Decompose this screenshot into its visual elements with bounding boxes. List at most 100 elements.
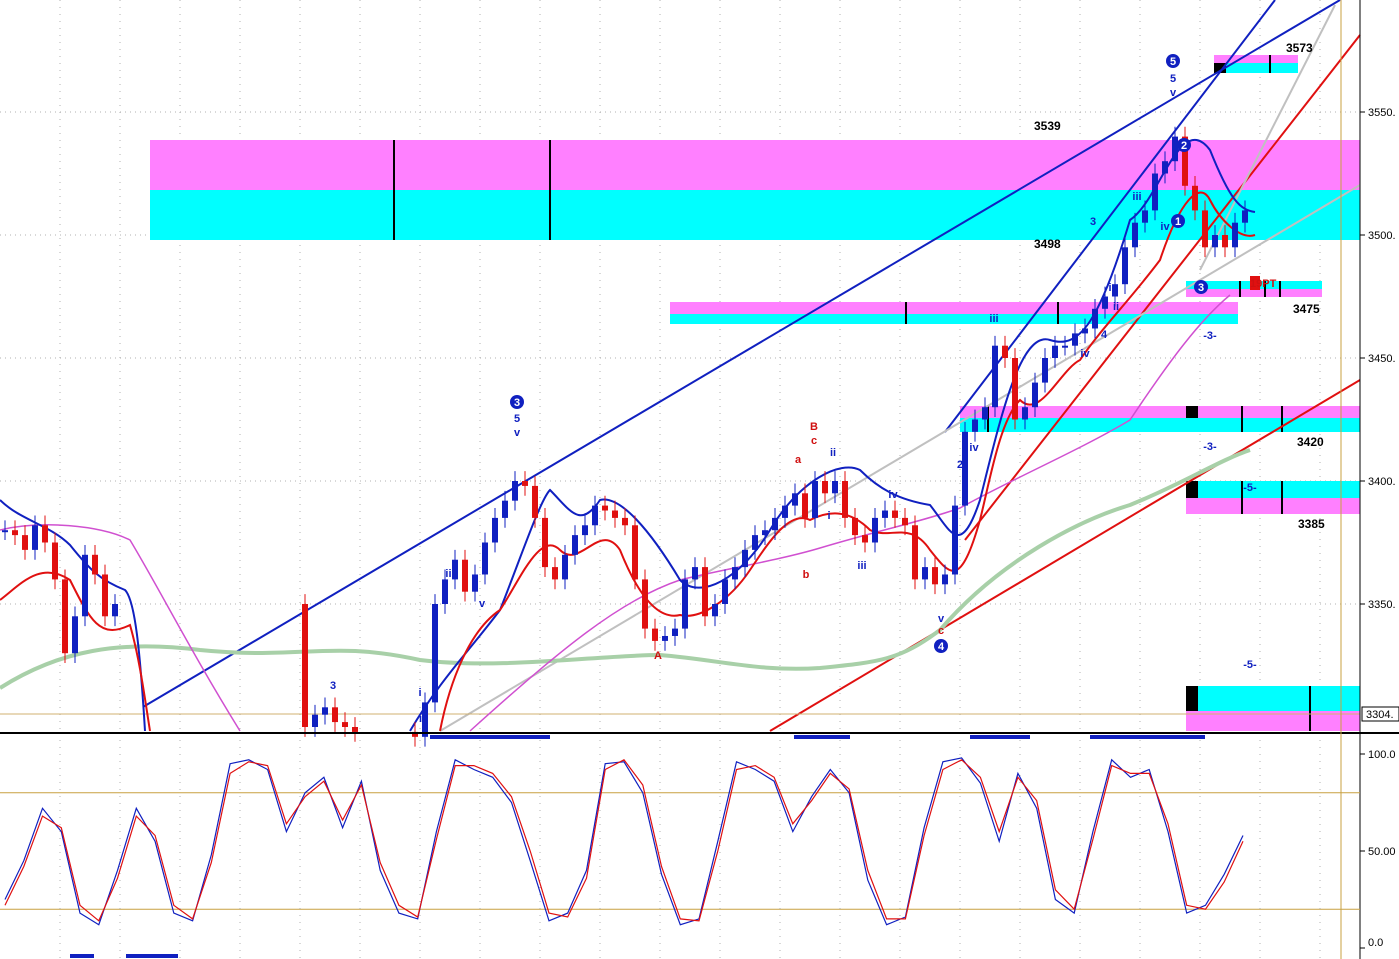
wave-label: iii — [989, 313, 998, 325]
wave-circle-5: 5 — [1166, 54, 1180, 68]
candle-body — [332, 707, 338, 723]
level-label: 3498 — [1034, 237, 1061, 251]
wave-label: v — [514, 427, 521, 439]
candle-body — [1112, 284, 1118, 297]
level-label: 3385 — [1298, 517, 1325, 531]
wave-label: iii — [1132, 191, 1141, 203]
candle-body — [82, 554, 88, 617]
wave-label: iii — [445, 568, 454, 580]
candle-body — [562, 554, 568, 580]
price-tick-label: 3450. — [1368, 353, 1396, 365]
candle-body — [512, 481, 518, 501]
candle-body — [302, 604, 308, 727]
candle-body — [782, 505, 788, 518]
svg-text:19PT: 19PT — [1250, 278, 1277, 290]
candle-body — [72, 616, 78, 654]
wave-circle-2: 2 — [1177, 138, 1191, 152]
candle-body — [1202, 210, 1208, 248]
wave-label: 2 — [957, 459, 963, 471]
candle-body — [592, 505, 598, 526]
level-label: 3573 — [1286, 41, 1313, 55]
wave-label: b — [803, 569, 810, 581]
stoch-tick-label: 100.0 — [1368, 749, 1396, 761]
candle-body — [902, 517, 908, 526]
candle-body — [1212, 235, 1218, 248]
stochastic-y-axis: 100.0 50.00 0.0 — [1360, 749, 1396, 949]
wave-label: c — [811, 435, 817, 447]
wave-label: 5 — [1170, 73, 1176, 85]
wave-label: ii — [830, 447, 836, 459]
wave-label: v — [1170, 87, 1177, 99]
candle-body — [772, 517, 778, 531]
svg-text:4: 4 — [938, 641, 945, 653]
candle-body — [52, 542, 58, 580]
candle-body — [672, 628, 678, 636]
candle-body — [862, 535, 868, 543]
candle-body — [762, 530, 768, 536]
candle-body — [722, 579, 728, 604]
price-panel — [0, 0, 1360, 733]
candle-body — [642, 579, 648, 629]
candle-body — [42, 525, 48, 543]
candle-body — [602, 505, 608, 511]
candle-body — [522, 481, 528, 486]
wave-label: 3 — [1090, 216, 1096, 228]
candle-body — [312, 714, 318, 727]
target-badge: 19PT — [1250, 276, 1277, 290]
candle-body — [812, 481, 818, 518]
candle-body — [442, 579, 448, 604]
candle-body — [482, 542, 488, 575]
wave-label: iv — [1080, 348, 1090, 360]
candle-body — [1032, 382, 1038, 408]
price-tick-label: 3350. — [1368, 599, 1396, 611]
candle-body — [502, 500, 508, 518]
wave-label: A — [654, 650, 662, 662]
candle-body — [952, 505, 958, 575]
wave-label: iv — [1160, 221, 1170, 233]
candle-body — [942, 574, 948, 585]
price-tick-label: 3550. — [1368, 107, 1396, 119]
candle-body — [662, 635, 668, 641]
svg-text:3: 3 — [1198, 282, 1204, 294]
last-price-label: 3304. — [1366, 709, 1394, 721]
candle-body — [802, 493, 808, 518]
candle-body — [1002, 345, 1008, 358]
wave-circle-3: 3 — [510, 395, 524, 409]
candle-body — [1092, 308, 1098, 329]
candle-body — [992, 345, 998, 408]
zone-cyan-bottom — [1186, 686, 1360, 711]
last-price-box: 3304. — [1361, 706, 1399, 722]
wave-circle-1: 1 — [1171, 214, 1185, 228]
wave-label: 5 — [514, 413, 520, 425]
candle-body — [1142, 210, 1148, 223]
candle-body — [1222, 235, 1228, 248]
candle-body — [432, 604, 438, 703]
candle-body — [582, 525, 588, 536]
candle-body — [352, 727, 358, 732]
svg-text:2: 2 — [1181, 140, 1187, 152]
candle-body — [932, 567, 938, 585]
candle-body — [1052, 345, 1058, 358]
candle-body — [732, 567, 738, 580]
candle-body — [472, 574, 478, 592]
candle-body — [532, 485, 538, 518]
candle-body — [922, 567, 928, 580]
candle-body — [1012, 358, 1018, 420]
wave-label: -5- — [1243, 659, 1257, 671]
candle-body — [542, 517, 548, 568]
candle-body — [1192, 185, 1198, 211]
zone-cyan-3420 — [960, 418, 1360, 432]
candle-body — [1122, 247, 1128, 285]
candle-body — [322, 707, 328, 715]
price-tick-label: 3500. — [1368, 230, 1396, 242]
wave-label: i — [418, 687, 421, 699]
candle-body — [1152, 173, 1158, 211]
level-label: 3539 — [1034, 119, 1061, 133]
price-tick-label: 3400. — [1368, 476, 1396, 488]
wave-label: v — [938, 613, 945, 625]
level-label: 3420 — [1297, 435, 1324, 449]
stoch-tick-label: 0.0 — [1368, 937, 1383, 949]
wave-label: ii — [1113, 301, 1119, 313]
stoch-series-0 — [4, 757, 1244, 926]
candle-body — [712, 604, 718, 617]
